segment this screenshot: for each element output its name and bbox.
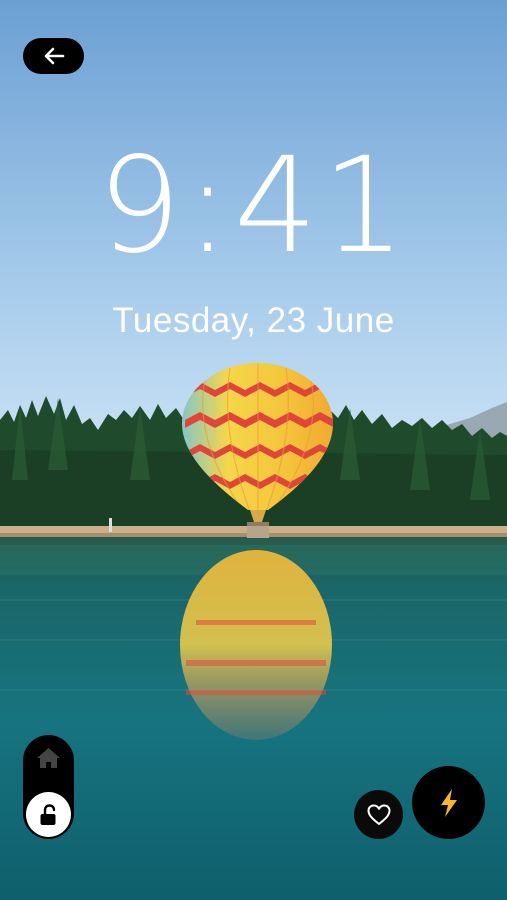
- unlock-button[interactable]: [26, 792, 71, 837]
- flash-button[interactable]: [412, 766, 485, 839]
- home-icon[interactable]: [36, 747, 61, 769]
- arrow-left-icon: [44, 47, 64, 65]
- lock-date: Tuesday, 23 June: [112, 301, 395, 340]
- back-button[interactable]: [23, 38, 84, 74]
- heart-icon: [367, 804, 390, 825]
- unlock-icon: [40, 803, 55, 825]
- lock-screen: 9:41 Tuesday, 23 June: [0, 0, 507, 900]
- favorite-button[interactable]: [354, 790, 403, 839]
- lock-time: 9:41: [97, 129, 410, 283]
- lightning-bolt-icon: [440, 788, 457, 817]
- lock-toggle[interactable]: [23, 735, 74, 839]
